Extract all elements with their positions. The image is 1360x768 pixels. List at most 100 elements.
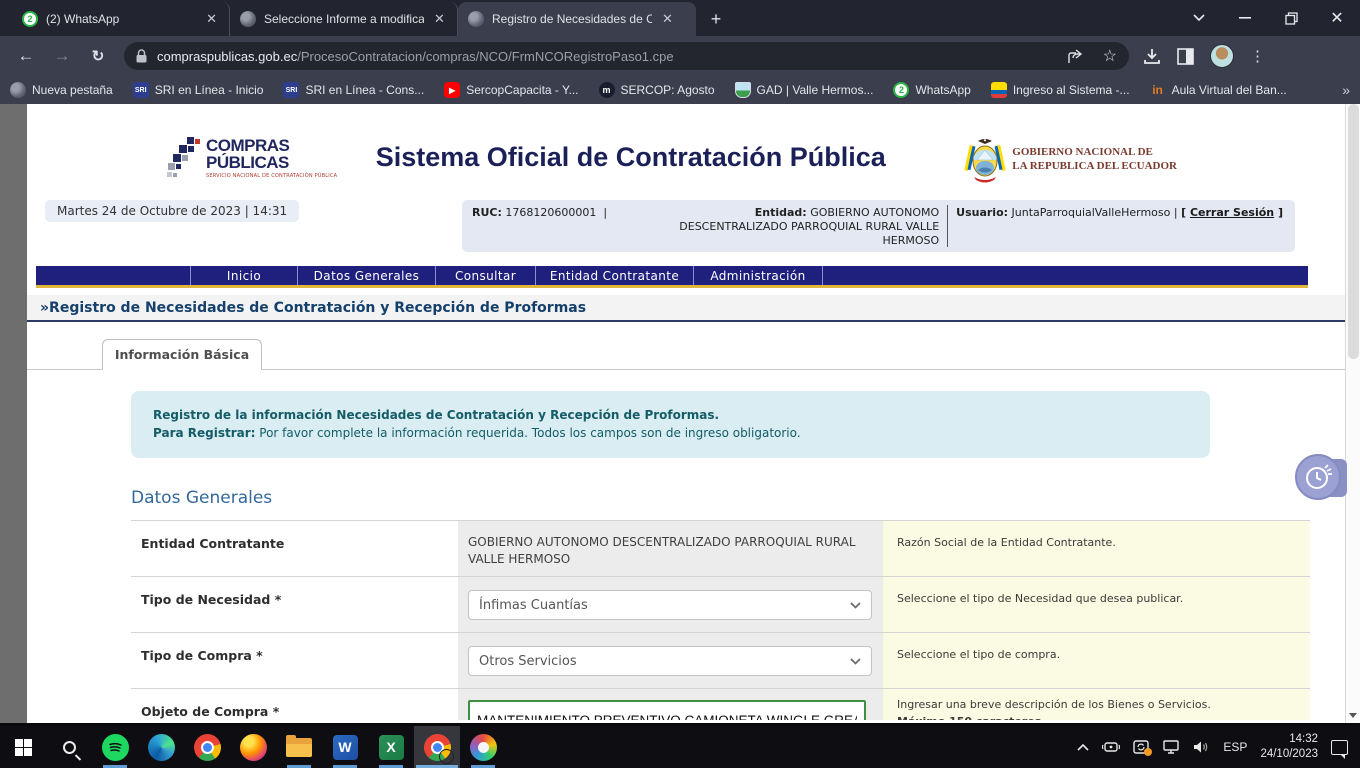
taskbar-clock[interactable]: 14:32 24/10/2023	[1260, 732, 1318, 762]
main-nav: Inicio Datos Generales Consultar Entidad…	[36, 266, 1308, 285]
tab-close-icon[interactable]: ✕	[432, 11, 447, 27]
browser-tab-strip: 2 (2) WhatsApp ✕ Seleccione Informe a mo…	[0, 0, 1360, 36]
new-tab-button[interactable]: +	[702, 5, 730, 33]
session-box: RUC: 1768120600001 | Entidad: GOBIERNO A…	[462, 200, 1295, 252]
tab-seleccione-informe[interactable]: Seleccione Informe a modificar | ✕	[230, 2, 458, 36]
tipo-necesidad-select[interactable]: Ínfimas Cuantías	[468, 590, 872, 620]
notification-center-icon[interactable]	[1331, 740, 1348, 755]
tray-time: 14:32	[1260, 732, 1318, 747]
bookmark-gad-valle-hermoso[interactable]: GAD | Valle Hermos...	[735, 82, 874, 98]
stopwatch-icon	[1295, 454, 1341, 500]
taskbar-chrome[interactable]	[184, 726, 230, 768]
form-table: Entidad Contratante GOBIERNO AUTONOMO DE…	[131, 520, 1310, 720]
chrome-icon	[194, 734, 221, 761]
system-tray: ESP 14:32 24/10/2023	[1077, 732, 1360, 762]
tab-title: (2) WhatsApp	[46, 12, 196, 26]
tipo-compra-select[interactable]: Otros Servicios	[468, 646, 872, 676]
word-icon: W	[333, 735, 358, 760]
share-icon[interactable]	[1068, 49, 1085, 64]
bookmarks-overflow-icon[interactable]: »	[1342, 82, 1350, 98]
taskbar-excel[interactable]: X	[368, 726, 414, 768]
bookmark-ingreso-sistema[interactable]: Ingreso al Sistema -...	[991, 82, 1130, 98]
windows-icon	[15, 739, 32, 756]
objeto-compra-input[interactable]	[468, 700, 866, 720]
taskbar-word[interactable]: W	[322, 726, 368, 768]
site-favicon-icon	[240, 11, 256, 27]
logout-link[interactable]: [ Cerrar Sesión ]	[1181, 206, 1283, 219]
whatsapp-icon: 2	[893, 82, 909, 98]
notice-box: Registro de la información Necesidades d…	[131, 391, 1210, 458]
nav-item-entidad-contratante[interactable]: Entidad Contratante	[536, 266, 694, 285]
tab-search-chevron-icon[interactable]	[1176, 0, 1222, 36]
taskbar-chrome-profile[interactable]	[414, 726, 460, 768]
nav-item-inicio[interactable]: Inicio	[191, 266, 298, 285]
aula-icon: in	[1150, 82, 1166, 98]
taskbar-spotify[interactable]	[92, 726, 138, 768]
profile-avatar-icon	[439, 749, 454, 764]
tab-informacion-basica[interactable]: Información Básica	[102, 339, 262, 370]
nav-item-datos-generales[interactable]: Datos Generales	[298, 266, 436, 285]
bookmark-sri-inicio[interactable]: SRISRI en Línea - Inicio	[133, 82, 264, 98]
taskbar-firefox[interactable]	[230, 726, 276, 768]
minimize-button[interactable]	[1222, 0, 1268, 36]
tray-capture-icon[interactable]	[1102, 740, 1120, 754]
forward-button[interactable]: →	[48, 42, 76, 70]
bookmark-sercop-agosto[interactable]: mSERCOP: Agosto	[599, 82, 715, 98]
tray-chevron-up-icon[interactable]	[1077, 743, 1089, 751]
close-window-button[interactable]: ✕	[1314, 0, 1360, 36]
tab-title: Registro de Necesidades de Con	[492, 12, 652, 26]
tab-close-icon[interactable]: ✕	[660, 11, 675, 27]
edge-icon	[148, 734, 175, 761]
page-viewport: COMPRAS PÚBLICAS SERVICIO NACIONAL DE CO…	[0, 104, 1360, 726]
page-scrollbar[interactable]	[1345, 104, 1360, 726]
bookmark-nueva-pestana[interactable]: Nueva pestaña	[10, 82, 113, 98]
form-row-tipo-necesidad: Tipo de Necesidad * Ínfimas Cuantías Sel…	[131, 577, 1310, 633]
nav-item-consultar[interactable]: Consultar	[436, 266, 536, 285]
back-button[interactable]: ←	[12, 42, 40, 70]
scrollbar-down-icon[interactable]	[1349, 713, 1357, 718]
tray-sync-icon[interactable]	[1133, 740, 1149, 754]
gov-line1: GOBIERNO NACIONAL DE	[1012, 146, 1177, 160]
address-bar[interactable]: compraspublicas.gob.ec/ProcesoContrataci…	[124, 42, 1129, 70]
tab-close-icon[interactable]: ✕	[204, 11, 219, 27]
user-text: Usuario: JuntaParroquialValleHermoso | […	[948, 205, 1285, 247]
breadcrumb-bar: »Registro de Necesidades de Contratación…	[27, 295, 1345, 322]
bookmark-sercopcapacita[interactable]: ▶SercopCapacita - Y...	[444, 82, 578, 98]
download-icon[interactable]	[1143, 48, 1161, 65]
field-help: Seleccione el tipo de compra.	[883, 633, 1310, 688]
taskbar-explorer[interactable]	[276, 726, 322, 768]
language-indicator[interactable]: ESP	[1223, 740, 1247, 754]
nav-item-administracion[interactable]: Administración	[694, 266, 823, 285]
bookmark-star-icon[interactable]: ☆	[1103, 46, 1117, 66]
field-label: Tipo de Compra *	[131, 633, 458, 688]
scrollbar-thumb[interactable]	[1348, 104, 1359, 359]
tab-whatsapp[interactable]: 2 (2) WhatsApp ✕	[12, 2, 230, 36]
notification-dot	[1144, 748, 1152, 756]
chevron-down-icon	[850, 602, 861, 609]
browser-toolbar: ← → ↻ compraspublicas.gob.ec/ProcesoCont…	[0, 36, 1360, 76]
restore-button[interactable]	[1268, 0, 1314, 36]
gobierno-nacional-logo: GOBIERNO NACIONAL DE LA REPUBLICA DEL EC…	[964, 137, 1177, 183]
reload-button[interactable]: ↻	[84, 42, 112, 70]
globe-icon	[10, 82, 26, 98]
profile-avatar[interactable]	[1210, 44, 1234, 68]
form-row-objeto-compra: Objeto de Compra * Ingresar una breve de…	[131, 689, 1310, 720]
start-button[interactable]	[0, 726, 46, 768]
tray-date: 24/10/2023	[1260, 747, 1318, 762]
bookmark-sri-consultas[interactable]: SRISRI en Línea - Cons...	[283, 82, 424, 98]
tray-volume-icon[interactable]	[1193, 740, 1210, 754]
search-icon	[63, 741, 76, 754]
time-tracker-overlay-button[interactable]	[1285, 454, 1347, 502]
tab-registro-necesidades[interactable]: Registro de Necesidades de Con ✕	[458, 2, 696, 36]
gold-divider	[36, 285, 1308, 288]
bookmark-whatsapp[interactable]: 2WhatsApp	[893, 82, 970, 98]
taskbar-search-button[interactable]	[46, 726, 92, 768]
taskbar-paint[interactable]	[460, 726, 506, 768]
tray-network-icon[interactable]	[1162, 740, 1180, 754]
taskbar-edge[interactable]	[138, 726, 184, 768]
bookmark-aula-virtual[interactable]: inAula Virtual del Ban...	[1150, 82, 1287, 98]
browser-menu-icon[interactable]: ⋮	[1250, 47, 1265, 65]
side-panel-icon[interactable]	[1177, 48, 1194, 65]
site-title: Sistema Oficial de Contratación Pública	[297, 137, 964, 173]
form-row-entidad: Entidad Contratante GOBIERNO AUTONOMO DE…	[131, 521, 1310, 577]
